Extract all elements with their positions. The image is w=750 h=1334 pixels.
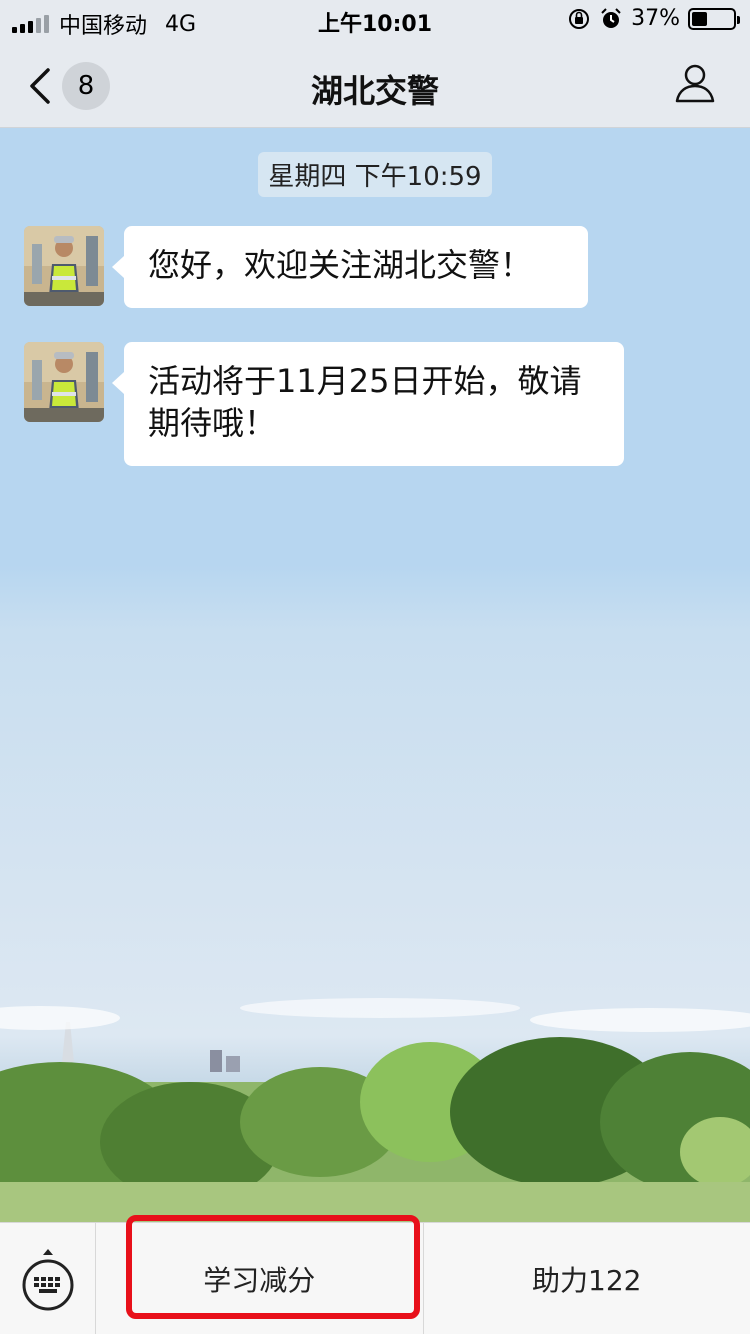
nav-bar: 8 湖北交警 [0,40,750,128]
message-item: 您好，欢迎关注湖北交警！ [24,226,588,308]
keyboard-icon [22,1249,73,1311]
clouds-illustration [0,998,750,1032]
battery-icon [688,7,740,30]
chat-timestamp: 星期四 下午10:59 [0,152,750,197]
profile-button[interactable] [674,62,716,108]
keyboard-toggle-button[interactable] [0,1223,96,1334]
profile-icon [675,64,715,103]
message-item: 活动将于11月25日开始，敬请期待哦！ [24,342,624,466]
status-bar: 中国移动 4G 上午10:01 37% [0,0,750,40]
alarm-icon [601,7,621,28]
park-scenery-illustration [0,1022,750,1222]
avatar[interactable] [24,342,104,422]
menu-item-assist-122[interactable]: 助力122 [422,1223,750,1334]
orientation-lock-icon [569,8,590,29]
bottom-menu-bar: 学习减分 助力122 [0,1222,750,1334]
avatar[interactable] [24,226,104,306]
message-bubble[interactable]: 活动将于11月25日开始，敬请期待哦！ [112,342,624,466]
menu-item-study-deduct-points[interactable]: 学习减分 [96,1223,423,1334]
message-bubble[interactable]: 您好，欢迎关注湖北交警！ [112,226,588,308]
page-title: 湖北交警 [310,72,439,110]
timestamp-label: 星期四 下午10:59 [258,152,492,197]
battery-percent: 37% [631,6,680,31]
